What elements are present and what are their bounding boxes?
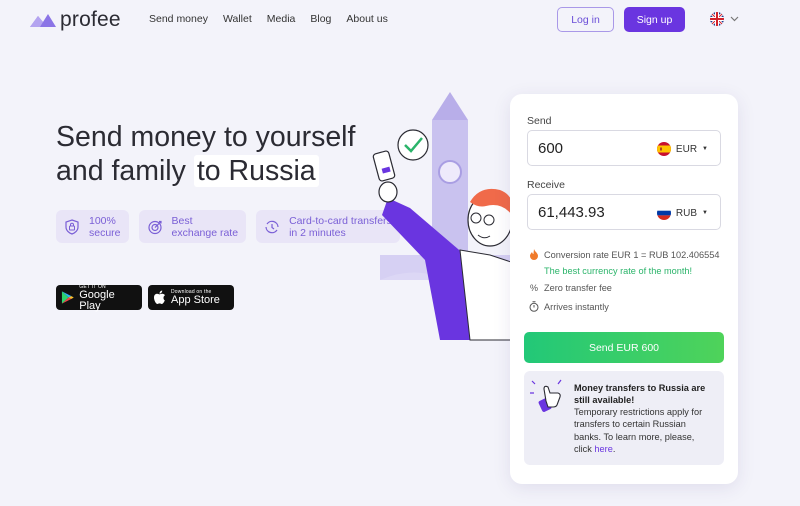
feature-secure-line1: 100% — [89, 214, 116, 227]
clock-arrows-icon — [262, 217, 282, 237]
nav-send-money[interactable]: Send money — [149, 13, 208, 25]
caret-down-icon: ▼ — [702, 210, 708, 216]
receive-label: Receive — [527, 179, 565, 191]
app-store-badges: GET IT ON Google Play Download on the Ap… — [56, 284, 234, 312]
percent-icon: % — [529, 283, 538, 293]
receive-currency-select[interactable]: RUB ▼ — [656, 206, 708, 220]
logo-mountain-icon — [30, 14, 56, 27]
google-play-badge[interactable]: GET IT ON Google Play — [56, 284, 142, 312]
feature-exchange-rate: Best exchange rate — [138, 210, 247, 243]
receive-currency-code: RUB — [675, 207, 698, 219]
nav-media[interactable]: Media — [267, 13, 296, 25]
feature-rate-line1: Best — [171, 214, 193, 227]
google-play-icon — [61, 291, 74, 304]
send-money-button[interactable]: Send EUR 600 — [524, 332, 724, 363]
header: profee Send money Wallet Media Blog Abou… — [0, 0, 800, 40]
language-selector[interactable] — [710, 12, 739, 26]
conversion-rate-text: Conversion rate EUR 1 = RUB 102.406554 — [544, 249, 720, 260]
lock-icon — [62, 217, 82, 237]
send-currency-code: EUR — [675, 143, 698, 155]
features-list: 100% secure Best exchange rate Card-to-c… — [56, 210, 400, 243]
send-amount-field[interactable]: 600 EUR ▼ — [527, 130, 721, 166]
conversion-rate-row: Conversion rate EUR 1 = RUB 102.406554 — [529, 249, 719, 260]
chevron-down-icon — [730, 16, 739, 22]
notice-link[interactable]: here — [594, 444, 612, 454]
send-amount-value[interactable]: 600 — [538, 140, 563, 157]
hero-title-highlight: to Russia — [193, 155, 319, 187]
hero-title-line2-prefix: and family — [56, 155, 186, 187]
stopwatch-icon — [529, 301, 539, 312]
feature-secure: 100% secure — [56, 210, 129, 243]
hero-title-line1: Send money to yourself — [56, 121, 356, 153]
send-label: Send — [527, 115, 552, 127]
hero-title: Send money to yourself and family to Rus… — [56, 120, 386, 188]
app-store-badge[interactable]: Download on the App Store — [148, 285, 234, 310]
russia-flag-icon — [656, 206, 671, 220]
nav-blog[interactable]: Blog — [310, 13, 331, 25]
nav-about-us[interactable]: About us — [346, 13, 387, 25]
fee-row: % Zero transfer fee — [529, 283, 612, 293]
google-play-big: Google Play — [79, 288, 115, 312]
converter-card: Send 600 EUR ▼ Receive 61,443.93 RUB ▼ C… — [510, 94, 738, 484]
notice-title: Money transfers to Russia are still avai… — [574, 383, 706, 405]
uk-flag-icon — [710, 12, 724, 26]
best-rate-note: The best currency rate of the month! — [544, 266, 693, 276]
hero-illustration — [372, 92, 520, 341]
send-currency-select[interactable]: EUR ▼ — [656, 142, 708, 156]
fire-icon — [530, 249, 538, 260]
main-nav: Send money Wallet Media Blog About us — [149, 13, 388, 25]
apple-icon — [154, 290, 165, 304]
notice-body: Temporary restrictions apply for transfe… — [574, 406, 714, 455]
signup-button[interactable]: Sign up — [624, 7, 685, 32]
arrival-text: Arrives instantly — [544, 301, 609, 312]
login-button[interactable]: Log in — [557, 7, 614, 32]
logo[interactable]: profee — [30, 8, 121, 32]
receive-amount-field[interactable]: 61,443.93 RUB ▼ — [527, 194, 721, 230]
thumbs-up-icon — [530, 379, 562, 412]
arrival-row: Arrives instantly — [529, 301, 609, 312]
receive-amount-value[interactable]: 61,443.93 — [538, 204, 605, 221]
notice-box: Money transfers to Russia are still avai… — [524, 371, 724, 465]
nav-wallet[interactable]: Wallet — [223, 13, 252, 25]
fee-text: Zero transfer fee — [544, 283, 612, 293]
feature-rate-line2: exchange rate — [171, 226, 239, 239]
target-icon — [145, 217, 165, 237]
logo-text: profee — [60, 8, 121, 31]
notice-end: . — [612, 443, 616, 454]
caret-down-icon: ▼ — [702, 146, 708, 152]
spain-flag-icon — [656, 142, 671, 156]
feature-secure-line2: secure — [89, 226, 121, 239]
app-store-big: App Store — [171, 294, 220, 306]
